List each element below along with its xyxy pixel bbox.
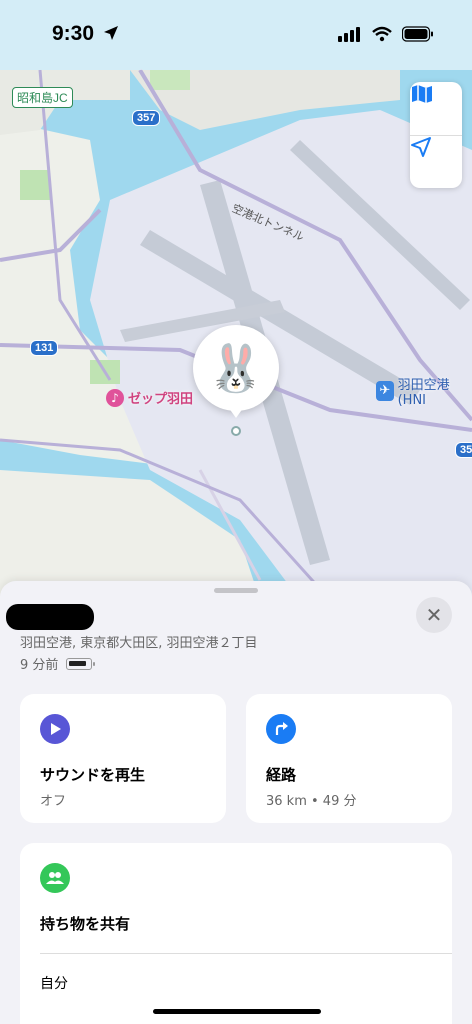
location-services-icon	[104, 26, 118, 40]
map-controls	[410, 82, 462, 188]
people-icon	[40, 863, 70, 893]
directions-title: 経路	[266, 766, 297, 784]
item-detail-sheet[interactable]: ✕ 羽田空港, 東京都大田区, 羽田空港２丁目 9 分前 サウンドを再生 オフ …	[0, 581, 472, 1024]
rabbit-emoji-icon: 🐰	[207, 340, 265, 395]
status-bar: 9:30	[0, 0, 472, 70]
sheet-grabber[interactable]	[214, 588, 258, 593]
music-note-icon: ♪	[106, 388, 124, 407]
route-shield-35: 35	[455, 442, 472, 458]
share-self-row[interactable]: 自分	[40, 973, 68, 993]
poi-zepp-haneda[interactable]: ♪ ゼップ羽田	[106, 388, 193, 407]
directions-arrow-icon	[266, 714, 296, 744]
directions-distance: 36 km • 49 分	[266, 794, 357, 809]
close-icon: ✕	[425, 603, 443, 627]
status-time: 9:30	[52, 22, 95, 45]
cellular-signal-icon	[338, 27, 360, 42]
locate-me-button[interactable]	[410, 136, 462, 188]
close-button[interactable]: ✕	[416, 597, 452, 633]
wifi-icon	[372, 26, 392, 42]
divider	[40, 953, 452, 954]
route-shield-357: 357	[132, 110, 161, 126]
map-view[interactable]: 昭和島JC 357 131 35 空港北トンネル ♪ ゼップ羽田 ✈ 羽田空港 …	[0, 0, 472, 600]
directions-card[interactable]: 経路 36 km • 49 分	[246, 694, 452, 823]
last-seen-row: 9 分前	[20, 654, 96, 673]
play-sound-title: サウンドを再生	[40, 766, 146, 784]
play-sound-status: オフ	[40, 794, 67, 809]
pin-tail	[226, 404, 246, 418]
airplane-icon: ✈	[376, 381, 394, 401]
map-mode-button[interactable]	[410, 82, 462, 134]
route-shield-131: 131	[30, 340, 59, 356]
item-name-redacted	[6, 604, 94, 630]
poi-haneda-airport[interactable]: ✈ 羽田空港 (HNI	[376, 374, 472, 408]
item-address: 羽田空港, 東京都大田区, 羽田空港２丁目	[20, 636, 258, 651]
device-location-pin[interactable]: 🐰	[193, 325, 279, 411]
poi-zepp-label: ゼップ羽田	[128, 392, 194, 407]
location-arrow-icon	[411, 137, 431, 157]
map-icon	[412, 85, 432, 103]
junction-label: 昭和島JC	[12, 87, 73, 108]
play-icon	[40, 714, 70, 744]
location-dot	[231, 426, 241, 436]
last-seen-time: 9 分前	[20, 658, 59, 673]
poi-airport-label: 羽田空港 (HNI	[397, 378, 450, 408]
play-sound-card[interactable]: サウンドを再生 オフ	[20, 694, 226, 823]
home-indicator[interactable]	[153, 1009, 321, 1014]
share-item-title[interactable]: 持ち物を共有	[40, 913, 130, 934]
item-battery-icon	[66, 657, 96, 670]
share-item-card: 持ち物を共有 自分	[20, 843, 452, 1024]
battery-icon	[402, 26, 433, 42]
